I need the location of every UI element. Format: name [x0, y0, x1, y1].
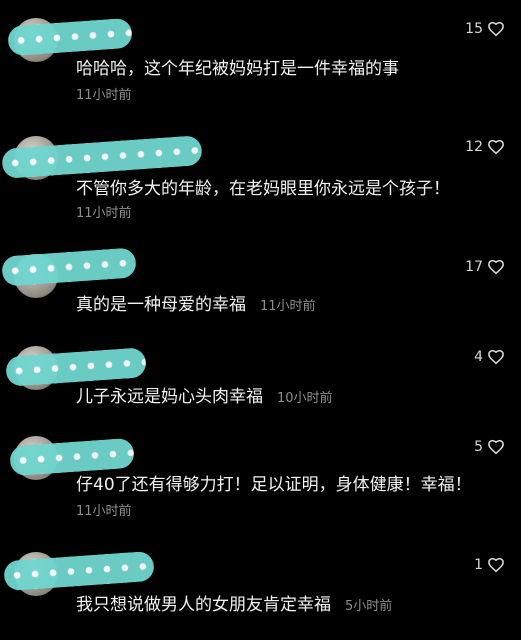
- comment-time: 11小时前: [76, 206, 132, 221]
- comment-item: 儿子永远是妈心头肉幸福 10小时前 4: [0, 332, 521, 426]
- comment-item: 我只想说做男人的女朋友肯定幸福 5小时前 1: [0, 540, 521, 640]
- comment-item: 仔40了还有得够力打！足以证明，身体健康！幸福！ 11小时前 5: [0, 426, 521, 540]
- comment-time: 11小时前: [260, 299, 316, 314]
- comment-text: 仔40了还有得够力打！足以证明，身体健康！幸福！: [76, 475, 472, 495]
- heart-outline-icon[interactable]: [487, 438, 505, 456]
- comment-text: 我只想说做男人的女朋友肯定幸福 5小时前: [76, 590, 392, 615]
- heart-outline-icon[interactable]: [487, 258, 505, 276]
- heart-outline-icon[interactable]: [487, 20, 505, 38]
- comment-body: 我只想说做男人的女朋友肯定幸福: [76, 595, 331, 615]
- like-count: 4: [474, 349, 483, 365]
- heart-outline-icon[interactable]: [487, 348, 505, 366]
- like-control[interactable]: 12: [465, 138, 505, 156]
- comment-time: 11小时前: [76, 88, 132, 103]
- like-control[interactable]: 5: [474, 438, 505, 456]
- comment-text: 哈哈哈，这个年纪被妈妈打是一件幸福的事: [76, 59, 399, 79]
- like-control[interactable]: 15: [465, 20, 505, 38]
- like-count: 1: [474, 557, 483, 573]
- like-count: 17: [465, 259, 483, 275]
- heart-outline-icon[interactable]: [487, 138, 505, 156]
- comment-time: 10小时前: [277, 391, 333, 406]
- comment-item: 真的是一种母爱的幸福 11小时前 17: [0, 236, 521, 332]
- comment-body: 儿子永远是妈心头肉幸福: [76, 387, 263, 407]
- comment-text: 真的是一种母爱的幸福 11小时前: [76, 290, 316, 315]
- heart-outline-icon[interactable]: [487, 556, 505, 574]
- like-control[interactable]: 1: [474, 556, 505, 574]
- like-control[interactable]: 4: [474, 348, 505, 366]
- like-count: 12: [465, 139, 483, 155]
- like-count: 15: [465, 21, 483, 37]
- redaction-mark: [1, 247, 137, 287]
- comment-item: 不管你多大的年龄，在老妈眼里你永远是个孩子！ 11小时前 12: [0, 118, 521, 236]
- like-count: 5: [474, 439, 483, 455]
- comment-time: 5小时前: [345, 599, 393, 614]
- comment-text: 儿子永远是妈心头肉幸福 10小时前: [76, 382, 333, 407]
- comment-time: 11小时前: [76, 504, 132, 519]
- like-control[interactable]: 17: [465, 258, 505, 276]
- comment-text: 不管你多大的年龄，在老妈眼里你永远是个孩子！: [76, 179, 450, 199]
- comment-body: 真的是一种母爱的幸福: [76, 295, 246, 315]
- comment-item: 哈哈哈，这个年纪被妈妈打是一件幸福的事 11小时前 15: [0, 0, 521, 118]
